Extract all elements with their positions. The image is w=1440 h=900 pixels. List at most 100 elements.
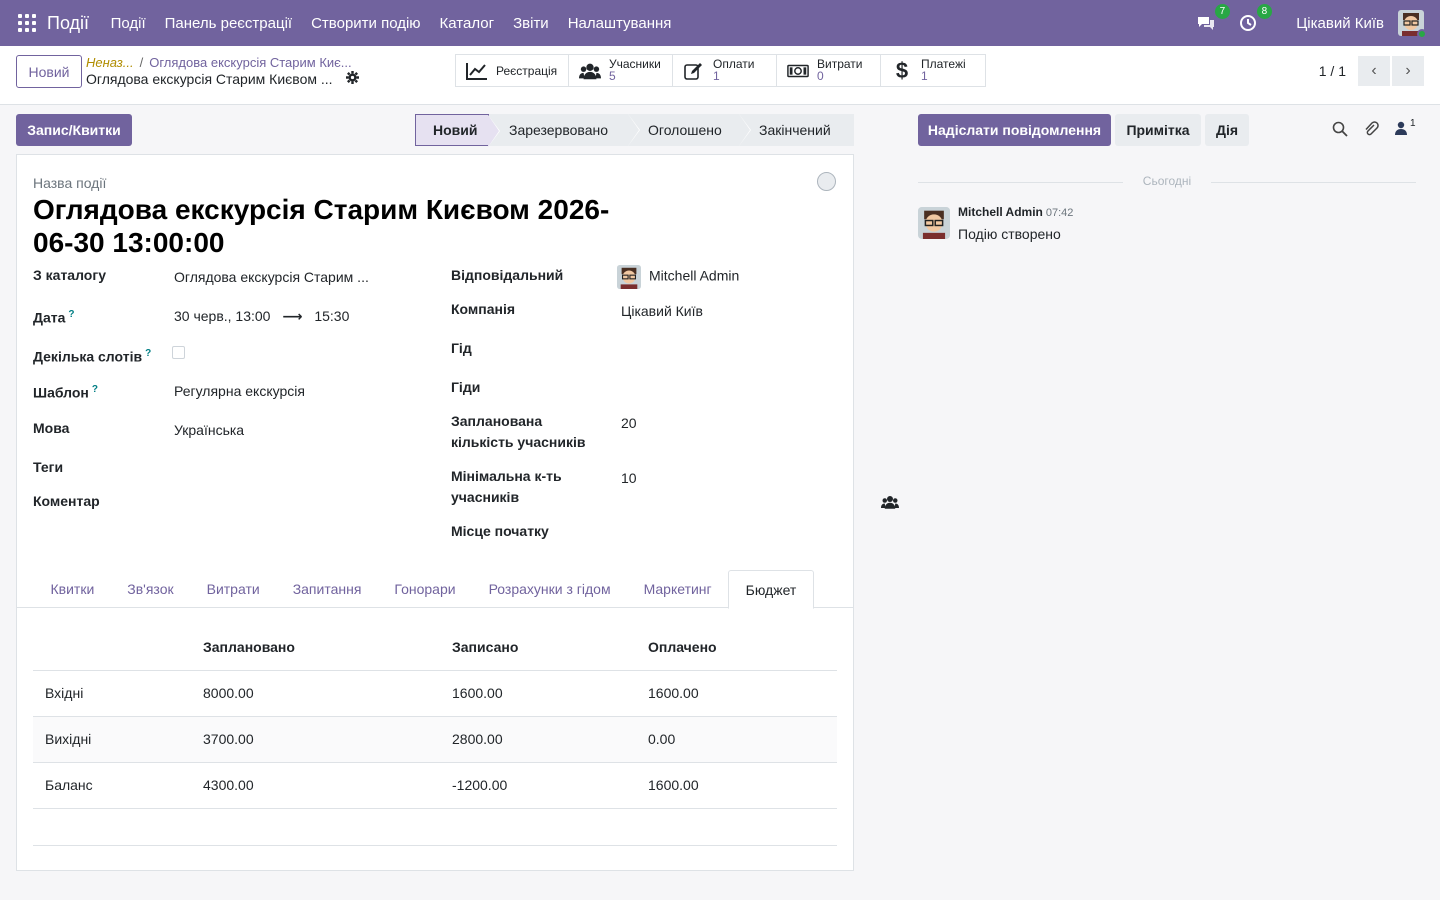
gear-icon[interactable] (346, 71, 360, 87)
app-brand[interactable]: Події (47, 13, 89, 34)
budget-cell: 3700.00 (191, 716, 440, 763)
activities-clock-icon[interactable]: 8 (1238, 4, 1273, 33)
message-author-avatar[interactable] (918, 207, 950, 239)
followers-button[interactable]: 1 (1395, 118, 1421, 139)
planned-attendees-field[interactable]: 20 (621, 415, 637, 431)
multiple-slots-checkbox[interactable] (172, 346, 185, 359)
menu-reports[interactable]: Звіти (513, 15, 549, 32)
message-time: 07:42 (1045, 207, 1074, 219)
menu-registration-desk[interactable]: Панель реєстрації (165, 15, 292, 32)
dollar-icon: $ (895, 57, 909, 83)
catalog-field[interactable]: Оглядова екскурсія Старим ... (174, 269, 369, 285)
record-tickets-button[interactable]: Запис/Квитки (16, 114, 132, 146)
date-label: Дата (33, 309, 66, 326)
budget-row-label: Вхідні (33, 670, 191, 717)
stage-new[interactable]: Новий (415, 114, 500, 147)
table-row: Вихідні 3700.00 2800.00 0.00 (33, 716, 837, 763)
breadcrumb-current-wrap: Оглядова екскурсія Старим Києвом ... (86, 71, 360, 87)
tab-marketing[interactable]: Маркетинг (627, 570, 728, 608)
stage-new-label: Новий (433, 122, 478, 138)
breadcrumb-unsaved[interactable]: Неназ... (86, 55, 134, 70)
company-field[interactable]: Цікавий Київ (621, 303, 703, 319)
stage-done-label: Закінчений (759, 122, 831, 138)
menu-settings[interactable]: Налаштування (568, 15, 672, 32)
stat-attendees-button[interactable]: Учасники 5 (569, 55, 673, 86)
user-avatar[interactable] (1398, 10, 1427, 39)
company-label: Компанія (451, 301, 516, 317)
budget-cell: 8000.00 (191, 670, 440, 717)
catalog-label: З каталогу (33, 267, 106, 283)
planned-attendees-label: Запланована кількість учасників (451, 413, 586, 450)
users-group-icon[interactable] (881, 494, 899, 513)
activity-button[interactable]: Дія (1205, 114, 1249, 146)
activities-badge: 8 (1256, 4, 1273, 19)
template-field[interactable]: Регулярна екскурсія (174, 383, 305, 399)
template-help-icon[interactable]: ? (92, 384, 98, 395)
slots-help-icon[interactable]: ? (145, 348, 151, 359)
online-status-dot (1417, 29, 1427, 39)
menu-catalog[interactable]: Каталог (440, 15, 495, 32)
company-switcher[interactable]: Цікавий Київ (1296, 15, 1384, 32)
budget-cell: 0.00 (636, 716, 837, 763)
messages-icon[interactable]: 7 (1196, 4, 1231, 33)
comment-label: Коментар (33, 493, 100, 509)
stat-expenses-button[interactable]: Витрати 0 (777, 55, 881, 86)
responsible-name: Mitchell Admin (649, 267, 740, 284)
smart-buttons: Реєстрація Учасники 5 Оплати 1 Витрати 0 $ … (455, 54, 986, 87)
tab-tickets[interactable]: Квитки (34, 570, 111, 608)
budget-table: Заплановано Записано Оплачено Вхідні 800… (33, 625, 837, 809)
date-start: 30 черв., 13:00 (174, 308, 271, 324)
tab-communication[interactable]: Зв'язок (111, 570, 190, 608)
menu-create-event[interactable]: Створити подію (311, 15, 420, 32)
table-row: Вхідні 8000.00 1600.00 1600.00 (33, 670, 837, 717)
responsible-field[interactable]: Mitchell Admin (617, 265, 739, 289)
date-end: 15:30 (314, 308, 350, 324)
messages-badge: 7 (1214, 4, 1231, 19)
pager-value[interactable]: 1 / 1 (1319, 63, 1346, 79)
chart-line-icon (466, 61, 488, 81)
date-field[interactable]: 30 черв., 13:00 ⟶ 15:30 (174, 308, 349, 325)
min-attendees-field[interactable]: 10 (621, 470, 637, 486)
message-author[interactable]: Mitchell Admin (958, 205, 1043, 219)
event-title[interactable]: Оглядова екскурсія Старим Києвом 2026-06… (33, 193, 613, 259)
date-separator-label: Сьогодні (1142, 174, 1192, 188)
chevron-right-icon: › (1405, 62, 1411, 79)
users-icon (579, 61, 601, 81)
tab-questions[interactable]: Запитання (276, 570, 378, 608)
send-message-button[interactable]: Надіслати повідомлення (918, 114, 1111, 146)
apps-grid-icon[interactable] (18, 14, 36, 32)
responsible-avatar (617, 265, 641, 289)
responsible-label: Відповідальний (451, 267, 564, 283)
new-record-button[interactable]: Новий (16, 55, 82, 88)
tab-budget[interactable]: Бюджет (728, 570, 814, 609)
menu-events[interactable]: Події (111, 15, 146, 32)
user-icon (1395, 121, 1407, 135)
stat-registration-button[interactable]: Реєстрація (456, 55, 569, 86)
language-field[interactable]: Українська (174, 422, 244, 438)
stat-payments-button[interactable]: Оплати 1 (673, 55, 777, 86)
tab-expenses[interactable]: Витрати (190, 570, 276, 608)
stage-done[interactable]: Закінчений (739, 114, 854, 146)
guide-label: Гід (451, 340, 472, 356)
pager-prev-button[interactable]: ‹ (1358, 56, 1390, 86)
budget-header-paid: Оплачено (636, 625, 837, 671)
stage-pipeline: Новий Зарезервовано Оголошено Закінчений (415, 114, 854, 147)
message-header: Mitchell Admin 07:42 (958, 205, 1073, 219)
stage-announced-label: Оголошено (648, 122, 722, 138)
stat-transfers-value: 1 (921, 69, 928, 83)
event-name-label: Назва події (33, 175, 107, 191)
slots-label: Декілька слотів (33, 348, 143, 365)
breadcrumb-parent[interactable]: Оглядова екскурсія Старим Киє... (149, 55, 351, 70)
tab-guide-settlements[interactable]: Розрахунки з гідом (472, 570, 627, 608)
pager-next-button[interactable]: › (1392, 56, 1424, 86)
budget-cell: 2800.00 (440, 716, 636, 763)
tab-fees[interactable]: Гонорари (378, 570, 472, 608)
paperclip-icon[interactable] (1363, 121, 1381, 139)
date-help-icon[interactable]: ? (68, 309, 74, 320)
status-indicator-circle[interactable] (817, 172, 836, 191)
stage-reserved[interactable]: Зарезервовано (489, 114, 640, 146)
log-note-button[interactable]: Примітка (1115, 114, 1201, 146)
search-icon[interactable] (1332, 121, 1350, 139)
stage-announced[interactable]: Оголошено (628, 114, 751, 146)
stat-transfers-button[interactable]: $ Платежі 1 (881, 55, 985, 86)
